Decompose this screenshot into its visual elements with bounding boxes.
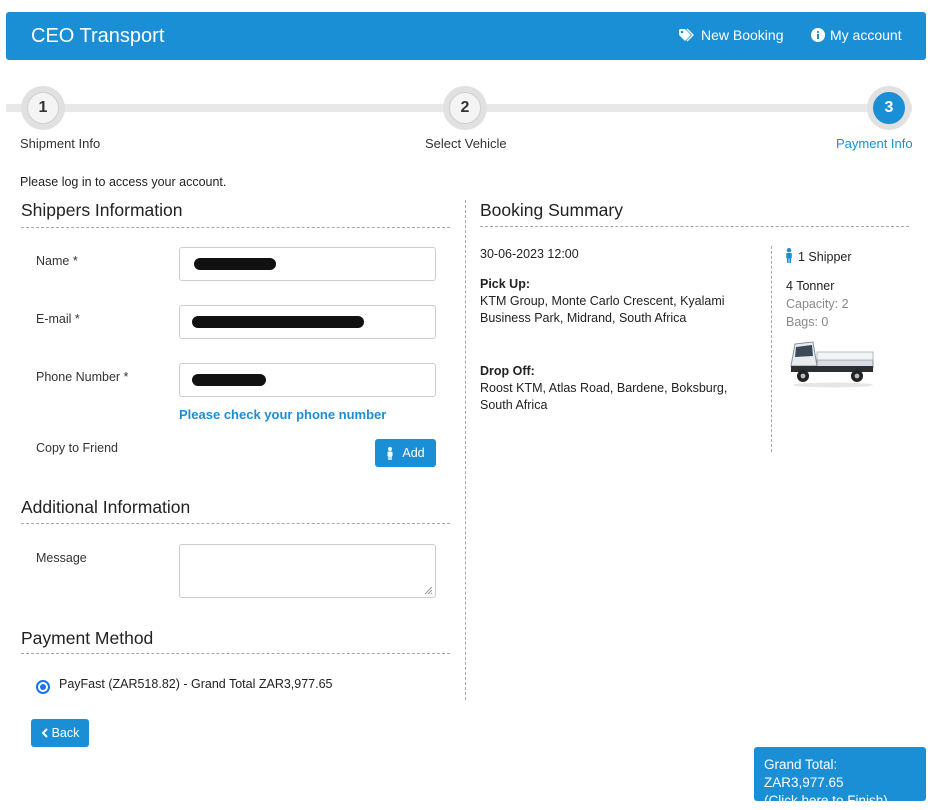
brand-title[interactable]: CEO Transport xyxy=(31,25,164,48)
tag-icon xyxy=(679,28,694,42)
step-2-number: 2 xyxy=(449,92,481,124)
person-icon xyxy=(387,446,393,460)
finish-button[interactable]: Grand Total: ZAR3,977.65 (Click here to … xyxy=(754,747,926,808)
message-label: Message xyxy=(36,551,87,565)
payfast-option-label[interactable]: PayFast (ZAR518.82) - Grand Total ZAR3,9… xyxy=(59,677,333,691)
dropoff-address-line2: South Africa xyxy=(480,398,548,412)
step-3-number: 3 xyxy=(873,92,905,124)
grand-total-label: Grand Total: ZAR3,977.65 xyxy=(764,757,844,790)
redacted-mark xyxy=(192,374,266,386)
step-1-label: Shipment Info xyxy=(20,136,101,151)
step-3[interactable]: 3 xyxy=(867,86,911,130)
step-2[interactable]: 2 xyxy=(443,86,487,130)
shippers-divider xyxy=(21,227,450,228)
name-field[interactable] xyxy=(179,247,436,281)
new-booking-label: New Booking xyxy=(701,27,784,43)
payfast-radio[interactable] xyxy=(36,680,50,694)
redacted-mark xyxy=(192,316,364,328)
person-icon xyxy=(786,248,792,263)
step-1-number: 1 xyxy=(27,92,59,124)
summary-divider xyxy=(480,226,909,227)
additional-title: Additional Information xyxy=(21,497,191,517)
phone-label: Phone Number * xyxy=(36,370,129,384)
new-booking-link[interactable]: New Booking xyxy=(678,27,784,43)
add-friend-button[interactable]: Add xyxy=(375,439,436,467)
phone-field[interactable] xyxy=(179,363,436,397)
email-field[interactable] xyxy=(179,305,436,339)
phone-warning: Please check your phone number xyxy=(179,407,387,422)
top-navbar: CEO Transport New Booking My account xyxy=(6,12,926,60)
step-3-label: Payment Info xyxy=(836,136,913,151)
booking-datetime: 30-06-2023 12:00 xyxy=(480,247,579,261)
payment-title: Payment Method xyxy=(21,628,154,648)
shippers-title: Shippers Information xyxy=(21,200,183,220)
summary-inner-divider xyxy=(771,246,772,452)
my-account-link[interactable]: My account xyxy=(811,27,902,43)
column-divider xyxy=(465,200,466,700)
redacted-mark xyxy=(194,258,276,270)
resize-grip-icon[interactable] xyxy=(423,585,433,595)
back-button-label: Back xyxy=(51,726,80,740)
chevron-left-icon xyxy=(41,728,48,738)
dropoff-address-line1: Roost KTM, Atlas Road, Bardene, Boksburg… xyxy=(480,381,728,395)
name-label: Name * xyxy=(36,254,78,268)
info-icon xyxy=(811,28,825,42)
truck-icon xyxy=(790,341,874,388)
summary-title: Booking Summary xyxy=(480,200,623,220)
pickup-address-line1: KTM Group, Monte Carlo Crescent, Kyalami xyxy=(480,294,725,308)
message-textarea[interactable] xyxy=(179,544,436,598)
vehicle-name: 4 Tonner xyxy=(786,279,835,293)
copy-to-friend-label: Copy to Friend xyxy=(36,441,118,455)
add-button-label: Add xyxy=(402,446,425,460)
shipper-count: 1 Shipper xyxy=(798,250,852,264)
vehicle-bags: Bags: 0 xyxy=(786,315,829,329)
finish-hint-label: (Click here to Finish) xyxy=(764,793,888,808)
login-message: Please log in to access your account. xyxy=(20,175,227,189)
vehicle-capacity: Capacity: 2 xyxy=(786,297,849,311)
my-account-label: My account xyxy=(830,27,902,43)
additional-divider xyxy=(21,523,450,524)
email-label: E-mail * xyxy=(36,312,80,326)
back-button[interactable]: Back xyxy=(31,719,89,747)
pickup-address-line2: Business Park, Midrand, South Africa xyxy=(480,311,687,325)
step-2-label: Select Vehicle xyxy=(425,136,507,151)
payment-divider xyxy=(21,653,450,654)
step-1[interactable]: 1 xyxy=(21,86,65,130)
pickup-heading: Pick Up: xyxy=(480,277,531,291)
dropoff-heading: Drop Off: xyxy=(480,364,535,378)
